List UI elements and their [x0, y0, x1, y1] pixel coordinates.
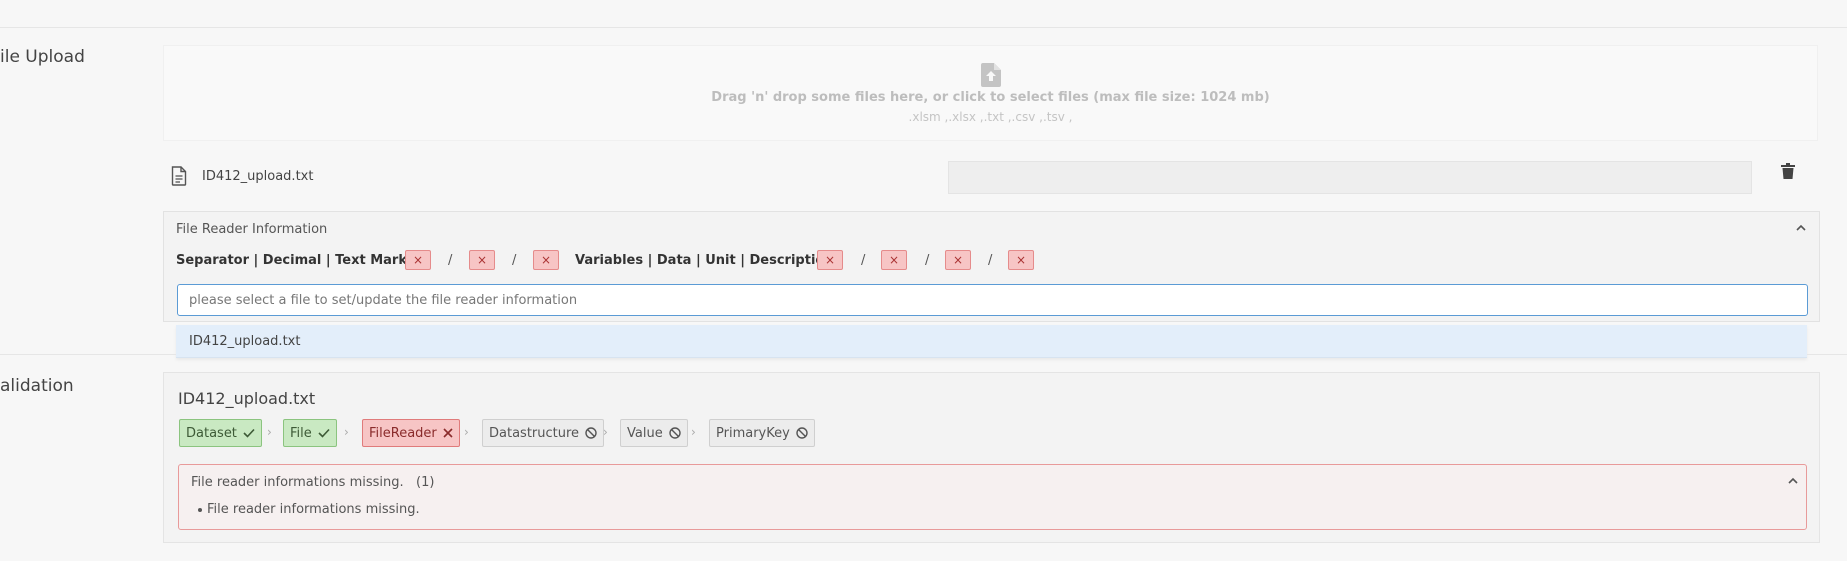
- separator-slash: /: [448, 253, 453, 268]
- top-divider: [0, 27, 1847, 28]
- step-chevron-5: ›: [691, 425, 696, 439]
- step-filereader: FileReader: [362, 419, 460, 447]
- upload-progress-bar: [948, 161, 1752, 194]
- decimal-missing-badge: ×: [469, 250, 495, 270]
- file-reader-panel: File Reader Information Separator | Deci…: [163, 211, 1820, 322]
- disabled-icon: [585, 427, 597, 439]
- separator-decimal-marker-label: Separator | Decimal | Text Marker :: [176, 253, 432, 268]
- section-divider-left: [0, 354, 176, 355]
- step-primarykey-label: PrimaryKey: [716, 425, 790, 441]
- alert-collapse-chevron-icon[interactable]: [1787, 476, 1799, 486]
- file-dropzone[interactable]: Drag 'n' drop some files here, or click …: [163, 45, 1818, 141]
- step-dataset-label: Dataset: [186, 425, 237, 441]
- file-upload-icon: [981, 63, 1001, 87]
- file-select-input[interactable]: please select a file to set/update the f…: [177, 284, 1808, 316]
- step-value-label: Value: [627, 425, 663, 441]
- disabled-icon: [669, 427, 681, 439]
- validation-file-title: ID412_upload.txt: [178, 389, 316, 408]
- unit-missing-badge: ×: [945, 250, 971, 270]
- description-missing-badge: ×: [1008, 250, 1034, 270]
- delete-file-icon[interactable]: [1781, 163, 1795, 179]
- document-icon: [171, 166, 187, 186]
- validation-error-alert: File reader informations missing. (1) Fi…: [178, 464, 1807, 530]
- step-dataset: Dataset: [179, 419, 262, 447]
- bullet-icon: [198, 508, 202, 512]
- file-select-option[interactable]: ID412_upload.txt: [176, 325, 1807, 358]
- variables-slash: /: [861, 253, 866, 268]
- variables-missing-badge: ×: [817, 250, 843, 270]
- decimal-slash: /: [512, 253, 517, 268]
- step-file: File: [283, 419, 337, 447]
- variables-data-unit-label: Variables | Data | Unit | Description :: [575, 253, 844, 268]
- step-chevron-4: ›: [603, 425, 608, 439]
- alert-item: File reader informations missing.: [207, 502, 420, 517]
- step-chevron-3: ›: [464, 425, 469, 439]
- alert-title: File reader informations missing. (1): [191, 475, 435, 490]
- unit-slash: /: [988, 253, 993, 268]
- validation-panel: ID412_upload.txt Dataset › File › FileRe…: [163, 372, 1820, 543]
- step-chevron-1: ›: [267, 425, 272, 439]
- step-datastructure: Datastructure: [482, 419, 605, 447]
- collapse-chevron-icon[interactable]: [1795, 223, 1807, 233]
- step-file-label: File: [290, 425, 312, 441]
- step-filereader-label: FileReader: [369, 425, 437, 441]
- step-datastructure-label: Datastructure: [489, 425, 580, 441]
- step-chevron-2: ›: [344, 425, 349, 439]
- text-marker-missing-badge: ×: [533, 250, 559, 270]
- uploaded-file-name: ID412_upload.txt: [202, 169, 314, 184]
- step-primarykey: PrimaryKey: [709, 419, 815, 447]
- data-missing-badge: ×: [881, 250, 907, 270]
- disabled-icon: [796, 427, 808, 439]
- section-divider-right: [1807, 354, 1847, 355]
- step-value: Value: [620, 419, 688, 447]
- separator-missing-badge: ×: [405, 250, 431, 270]
- error-x-icon: [443, 428, 453, 438]
- check-icon: [318, 428, 330, 438]
- validation-label: alidation: [0, 376, 74, 396]
- check-icon: [243, 428, 255, 438]
- data-slash: /: [925, 253, 930, 268]
- file-upload-label: ile Upload: [0, 47, 85, 67]
- dropzone-instructions: Drag 'n' drop some files here, or click …: [711, 90, 1270, 105]
- dropzone-file-types: .xlsm ,.xlsx ,.txt ,.csv ,.tsv ,: [908, 110, 1073, 124]
- file-reader-title: File Reader Information: [176, 222, 328, 237]
